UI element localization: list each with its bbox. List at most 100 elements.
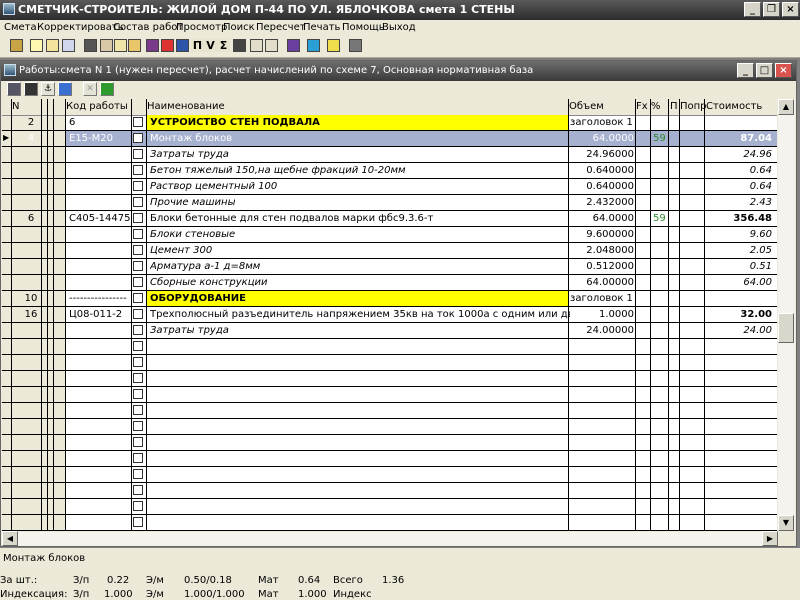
col-header-qty[interactable]: Объем [569, 101, 604, 112]
row-checkbox[interactable] [133, 421, 143, 431]
scroll-thumb[interactable] [778, 313, 794, 343]
row-checkbox[interactable] [133, 213, 143, 223]
menu-recalc[interactable]: Пересчет [256, 22, 306, 33]
row-checkbox[interactable] [133, 453, 143, 463]
row-checkbox[interactable] [133, 149, 143, 159]
catalog-icon[interactable] [287, 39, 300, 52]
binoculars-icon[interactable] [24, 82, 38, 96]
calculator-icon[interactable] [146, 39, 159, 52]
work-quantity: 64.0000 [592, 133, 634, 144]
paste-icon[interactable] [114, 39, 127, 52]
menu-print[interactable]: Печать [303, 22, 340, 33]
col-header-fx[interactable]: Fx % [636, 101, 660, 112]
table-row[interactable]: Затраты труда 24.00000 24.00 [2, 323, 777, 339]
table-row[interactable]: 16 Ц08-011-2 Трехполюсный разъединитель на… [2, 307, 777, 323]
new-document-icon[interactable] [30, 39, 43, 52]
col-header-code[interactable]: Код работы [66, 101, 128, 112]
open-folder-icon[interactable] [10, 39, 23, 52]
row-checkbox[interactable] [133, 405, 143, 415]
menu-smeta[interactable]: Смета [4, 22, 37, 33]
row-checkbox[interactable] [133, 277, 143, 287]
row-checkbox[interactable] [133, 357, 143, 367]
scroll-left-icon[interactable]: ◀ [2, 531, 18, 546]
col-header-popr[interactable]: Попр [680, 101, 707, 112]
row-checkbox[interactable] [133, 485, 143, 495]
child-minimize-button[interactable]: _ [737, 63, 754, 78]
exit-door-icon[interactable] [349, 39, 362, 52]
vertical-scrollbar[interactable]: ▲ ▼ [778, 99, 795, 531]
table-row[interactable]: Прочие машины 2.432000 2.43 [2, 195, 777, 211]
row-checkbox[interactable] [133, 309, 143, 319]
cancel-icon[interactable]: ✕ [83, 82, 97, 96]
row-checkbox[interactable] [133, 245, 143, 255]
v-icon[interactable]: V [204, 39, 217, 52]
cabinet-icon[interactable] [7, 82, 21, 96]
menu-correct[interactable]: Корректировать [37, 22, 124, 33]
refresh-icon[interactable] [58, 82, 72, 96]
save-icon[interactable] [233, 39, 246, 52]
chart-icon[interactable] [176, 39, 189, 52]
pi-icon[interactable]: Π [191, 39, 204, 52]
child-close-button[interactable]: × [775, 63, 792, 78]
col-header-name[interactable]: Наименование [147, 101, 225, 112]
cut-icon[interactable] [100, 39, 113, 52]
redo-icon[interactable] [265, 39, 278, 52]
row-checkbox[interactable] [133, 469, 143, 479]
menu-search[interactable]: Поиск [223, 22, 255, 33]
table-row[interactable]: ▶ 4 Е15-М20 Монтаж блоков 64.0000 59 87.04 [2, 131, 777, 147]
row-checkbox[interactable] [133, 133, 143, 143]
table-row[interactable]: Бетон тяжелый 150,на щебне фракций 10-20… [2, 163, 777, 179]
help-icon[interactable] [327, 39, 340, 52]
menu-help[interactable]: Помощь [342, 22, 385, 33]
scroll-down-icon[interactable]: ▼ [778, 515, 794, 531]
table-row[interactable]: 10 ---------------- ОБОРУДОВАНИЕ заголовок … [2, 291, 777, 307]
table-row[interactable]: Сборные конструкции 64.00000 64.00 [2, 275, 777, 291]
col-header-n[interactable]: N [12, 101, 19, 112]
horizontal-scrollbar[interactable]: ◀ ▶ [2, 531, 778, 546]
row-checkbox[interactable] [133, 437, 143, 447]
col-header-p[interactable]: П [670, 101, 678, 112]
copy-icon[interactable] [46, 39, 59, 52]
table-row[interactable]: Арматура а-1 д=8мм 0.512000 0.51 [2, 259, 777, 275]
scroll-right-icon[interactable]: ▶ [762, 531, 778, 546]
table-row[interactable]: Блоки стеновые 9.600000 9.60 [2, 227, 777, 243]
undo-icon[interactable] [250, 39, 263, 52]
row-checkbox[interactable] [133, 341, 143, 351]
monitor-icon[interactable] [307, 39, 320, 52]
row-checkbox[interactable] [133, 165, 143, 175]
col-header-cost[interactable]: Стоимость [706, 101, 762, 112]
row-checkbox[interactable] [133, 373, 143, 383]
row-checkbox[interactable] [133, 117, 143, 127]
confirm-icon[interactable] [100, 82, 114, 96]
work-cost: 9.60 [749, 229, 772, 240]
minimize-button[interactable]: _ [744, 2, 761, 17]
close-button[interactable]: × [782, 2, 799, 17]
work-quantity: 0.640000 [586, 165, 634, 176]
table-row[interactable]: 6 С405-14475 Блоки бетонные для стен подва… [2, 211, 777, 227]
row-checkbox[interactable] [133, 517, 143, 527]
tools-icon[interactable] [161, 39, 174, 52]
table-row[interactable]: Раствор цементный 100 0.640000 0.64 [2, 179, 777, 195]
child-maximize-button[interactable]: □ [756, 63, 773, 78]
restore-button[interactable]: ❐ [763, 2, 780, 17]
row-checkbox[interactable] [133, 197, 143, 207]
table-row[interactable]: Затраты труда 24.96000 24.96 [2, 147, 777, 163]
row-checkbox[interactable] [133, 181, 143, 191]
table-row[interactable]: 2 6 УСТРОЙСТВО СТЕН ПОДВАЛА заголовок 1 [2, 115, 777, 131]
sigma-icon[interactable]: Σ [217, 39, 230, 52]
menu-view[interactable]: Просмотр [176, 22, 227, 33]
row-checkbox[interactable] [133, 229, 143, 239]
anchor-icon[interactable]: ⚓ [41, 82, 55, 96]
row-checkbox[interactable] [133, 293, 143, 303]
scroll-up-icon[interactable]: ▲ [778, 99, 794, 115]
row-checkbox[interactable] [133, 389, 143, 399]
printer-icon[interactable] [84, 39, 97, 52]
menu-exit[interactable]: Выход [382, 22, 416, 33]
row-checkbox[interactable] [133, 261, 143, 271]
table-row[interactable]: Цемент 300 2.048000 2.05 [2, 243, 777, 259]
list-icon[interactable] [128, 39, 141, 52]
menu-composition[interactable]: Состав работ [113, 22, 183, 33]
row-checkbox[interactable] [133, 501, 143, 511]
delete-document-icon[interactable] [62, 39, 75, 52]
row-checkbox[interactable] [133, 325, 143, 335]
